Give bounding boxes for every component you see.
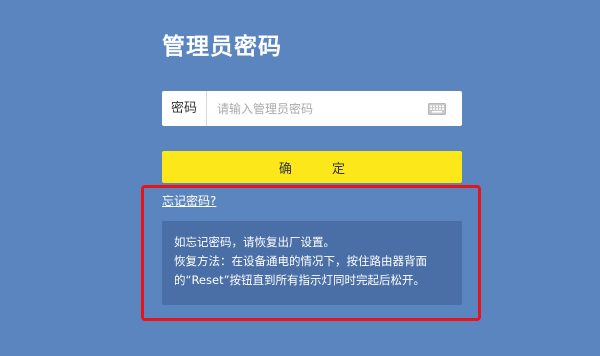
forgot-password-link[interactable]: 忘记密码? <box>162 192 216 209</box>
tip-line-1: 如忘记密码，请恢复出厂设置。 <box>174 235 335 249</box>
confirm-button[interactable]: 确 定 <box>162 151 462 183</box>
password-field[interactable]: 密码 <box>162 91 462 126</box>
page-title: 管理员密码 <box>162 34 282 60</box>
tip-line-2: 恢复方法：在设备通电的情况下，按住路由器背面 <box>174 254 427 268</box>
keyboard-icon[interactable] <box>428 102 446 115</box>
password-label: 密码 <box>162 91 207 126</box>
forgot-password-tip: 如忘记密码，请恢复出厂设置。 恢复方法：在设备通电的情况下，按住路由器背面 的“… <box>162 221 462 305</box>
password-input[interactable] <box>207 92 428 125</box>
tip-line-3: 的“Reset”按钮直到所有指示灯同时完起后松开。 <box>174 273 426 287</box>
